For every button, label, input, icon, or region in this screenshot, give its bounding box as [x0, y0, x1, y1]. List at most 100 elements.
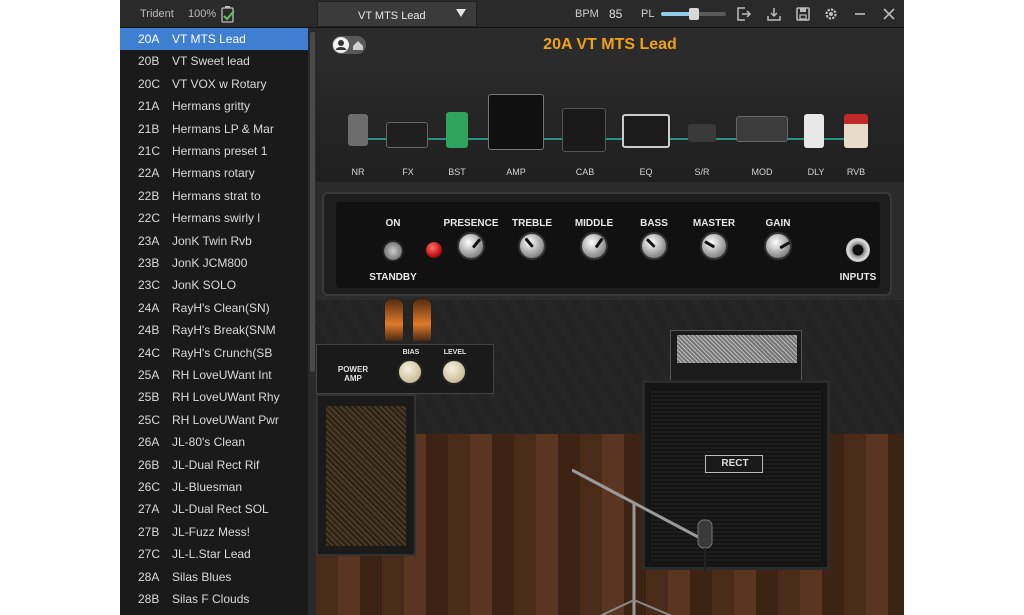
rectifier-amp-head: [670, 330, 802, 382]
gain-label: GAIN: [765, 218, 791, 229]
preset-number: 27C: [138, 547, 161, 562]
preset-number: 21C: [138, 144, 161, 158]
preset-row[interactable]: 23B JonK JCM800: [120, 252, 308, 274]
preset-name: VT Sweet lead: [172, 54, 250, 69]
preset-name: VT MTS Lead: [172, 32, 246, 46]
power-amp-label-line2: AMP: [344, 374, 362, 383]
bpm-value[interactable]: 85: [609, 7, 622, 21]
preset-row[interactable]: 24B RayH's Break(SNM: [120, 319, 308, 341]
bass-knob[interactable]: [640, 232, 668, 260]
chain-block-fx[interactable]: [386, 122, 428, 148]
power-amp-label: POWER AMP: [331, 365, 375, 383]
preset-dropdown[interactable]: VT MTS Lead: [317, 1, 477, 27]
preset-name: JL-Fuzz Mess!: [172, 524, 251, 539]
preset-row[interactable]: 25B RH LoveUWant Rhy: [120, 386, 308, 408]
download-icon[interactable]: [766, 6, 782, 22]
standby-label: STANDBY: [369, 272, 417, 283]
preset-row[interactable]: 22A Hermans rotary: [120, 162, 308, 184]
master-knob[interactable]: [700, 232, 728, 260]
preset-name: VT VOX w Rotary: [172, 76, 267, 91]
bias-knob[interactable]: [397, 359, 423, 385]
battery-level: 100%: [188, 8, 217, 20]
chain-block-nr[interactable]: [348, 114, 368, 146]
chain-label-eq: EQ: [639, 167, 653, 177]
preset-row[interactable]: 23A JonK Twin Rvb: [120, 230, 308, 252]
chain-block-amp[interactable]: [488, 94, 544, 150]
preset-row[interactable]: 25A RH LoveUWant Int: [120, 364, 308, 386]
chain-block-bst[interactable]: [446, 112, 468, 148]
preset-row[interactable]: 25C RH LoveUWant Pwr: [120, 409, 308, 431]
chain-block-dly[interactable]: [804, 114, 824, 148]
microphone-stand-icon[interactable]: [572, 468, 722, 615]
standby-switch[interactable]: [382, 240, 404, 262]
preset-number: 20B: [138, 54, 160, 69]
preset-number: 25B: [138, 390, 160, 405]
preset-name: RH LoveUWant Pwr: [172, 412, 279, 427]
chain-block-cab[interactable]: [562, 108, 606, 152]
preset-row[interactable]: 20C VT VOX w Rotary: [120, 73, 308, 95]
preset-name: RH LoveUWant Rhy: [172, 390, 280, 405]
preset-row[interactable]: 26C JL-Bluesman: [120, 476, 308, 498]
preset-number: 27B: [138, 524, 160, 539]
presence-knob[interactable]: [457, 232, 485, 260]
minimize-icon[interactable]: [852, 6, 868, 22]
chain-block-mod[interactable]: [736, 116, 788, 142]
level-knob[interactable]: [441, 359, 467, 385]
master-label: MASTER: [692, 218, 736, 229]
pl-slider[interactable]: [661, 8, 726, 20]
knob-pointer: [779, 241, 791, 250]
chain-label-cab: CAB: [575, 167, 595, 177]
preset-row[interactable]: 20A VT MTS Lead: [120, 28, 308, 50]
preset-name: RayH's Crunch(SB: [172, 345, 273, 360]
preset-row[interactable]: 20B VT Sweet lead: [120, 50, 308, 72]
preset-name: Hermans LP & Mar: [172, 121, 274, 136]
top-bar: Trident 100% VT MTS Lead BPM 85 PL: [120, 0, 904, 28]
preset-name: JL-Dual Rect Rif: [172, 457, 260, 472]
preset-row[interactable]: 28B Silas F Clouds: [120, 588, 308, 610]
preset-number: 24C: [138, 345, 161, 360]
power-tube-1: [384, 298, 404, 342]
chain-block-rvb[interactable]: [844, 114, 868, 148]
chain-block-eq[interactable]: [622, 114, 670, 148]
inputs-label: INPUTS: [839, 272, 877, 283]
preset-row[interactable]: 24A RayH's Clean(SN): [120, 297, 308, 319]
on-label: ON: [385, 218, 401, 229]
preset-number: 22A: [138, 166, 160, 181]
preset-row[interactable]: 27A JL-Dual Rect SOL: [120, 498, 308, 520]
bias-label: BIAS: [402, 349, 420, 356]
input-jack[interactable]: [846, 238, 870, 262]
treble-knob[interactable]: [518, 232, 546, 260]
dropdown-arrow-icon: [456, 9, 466, 17]
export-icon[interactable]: [736, 6, 752, 22]
chain-label-nr: NR: [351, 167, 365, 177]
preset-row[interactable]: 27B JL-Fuzz Mess!: [120, 521, 308, 543]
preset-row[interactable]: 26A JL-80's Clean: [120, 431, 308, 453]
save-icon[interactable]: [795, 6, 811, 22]
preset-row[interactable]: 21A Hermans gritty: [120, 95, 308, 117]
preset-row[interactable]: 22B Hermans strat to: [120, 185, 308, 207]
preset-row[interactable]: 27C JL-L.Star Lead: [120, 543, 308, 565]
preset-name: JonK SOLO: [172, 278, 237, 293]
preset-name: JonK JCM800: [172, 256, 248, 270]
preset-row[interactable]: 26B JL-Dual Rect Rif: [120, 454, 308, 476]
preset-row[interactable]: 22C Hermans swirly l: [120, 207, 308, 229]
knob-pointer: [524, 237, 534, 248]
gain-knob[interactable]: [764, 232, 792, 260]
preset-row[interactable]: 24C RayH's Crunch(SB: [120, 342, 308, 364]
preset-number: 22B: [138, 188, 160, 203]
preset-number: 21B: [138, 121, 160, 136]
device-name: Trident: [140, 8, 174, 20]
preset-name: JL-Bluesman: [172, 480, 243, 494]
chain-block-sr[interactable]: [688, 124, 716, 142]
preset-row[interactable]: 21C Hermans preset 1: [120, 140, 308, 162]
preset-row[interactable]: 21B Hermans LP & Mar: [120, 118, 308, 140]
gear-icon[interactable]: [823, 6, 839, 22]
preset-list-scroll-thumb[interactable]: [310, 32, 315, 372]
close-icon[interactable]: [881, 6, 897, 22]
preset-row[interactable]: 23C JonK SOLO: [120, 274, 308, 296]
preset-row[interactable]: 28A Silas Blues: [120, 566, 308, 588]
chain-label-fx: FX: [402, 167, 414, 177]
pl-slider-thumb[interactable]: [688, 8, 699, 20]
amp-control-panel: ON STANDBY PRESENCE TREBLE MIDDLE BASS MASTE…: [322, 192, 892, 296]
middle-knob[interactable]: [580, 232, 608, 260]
